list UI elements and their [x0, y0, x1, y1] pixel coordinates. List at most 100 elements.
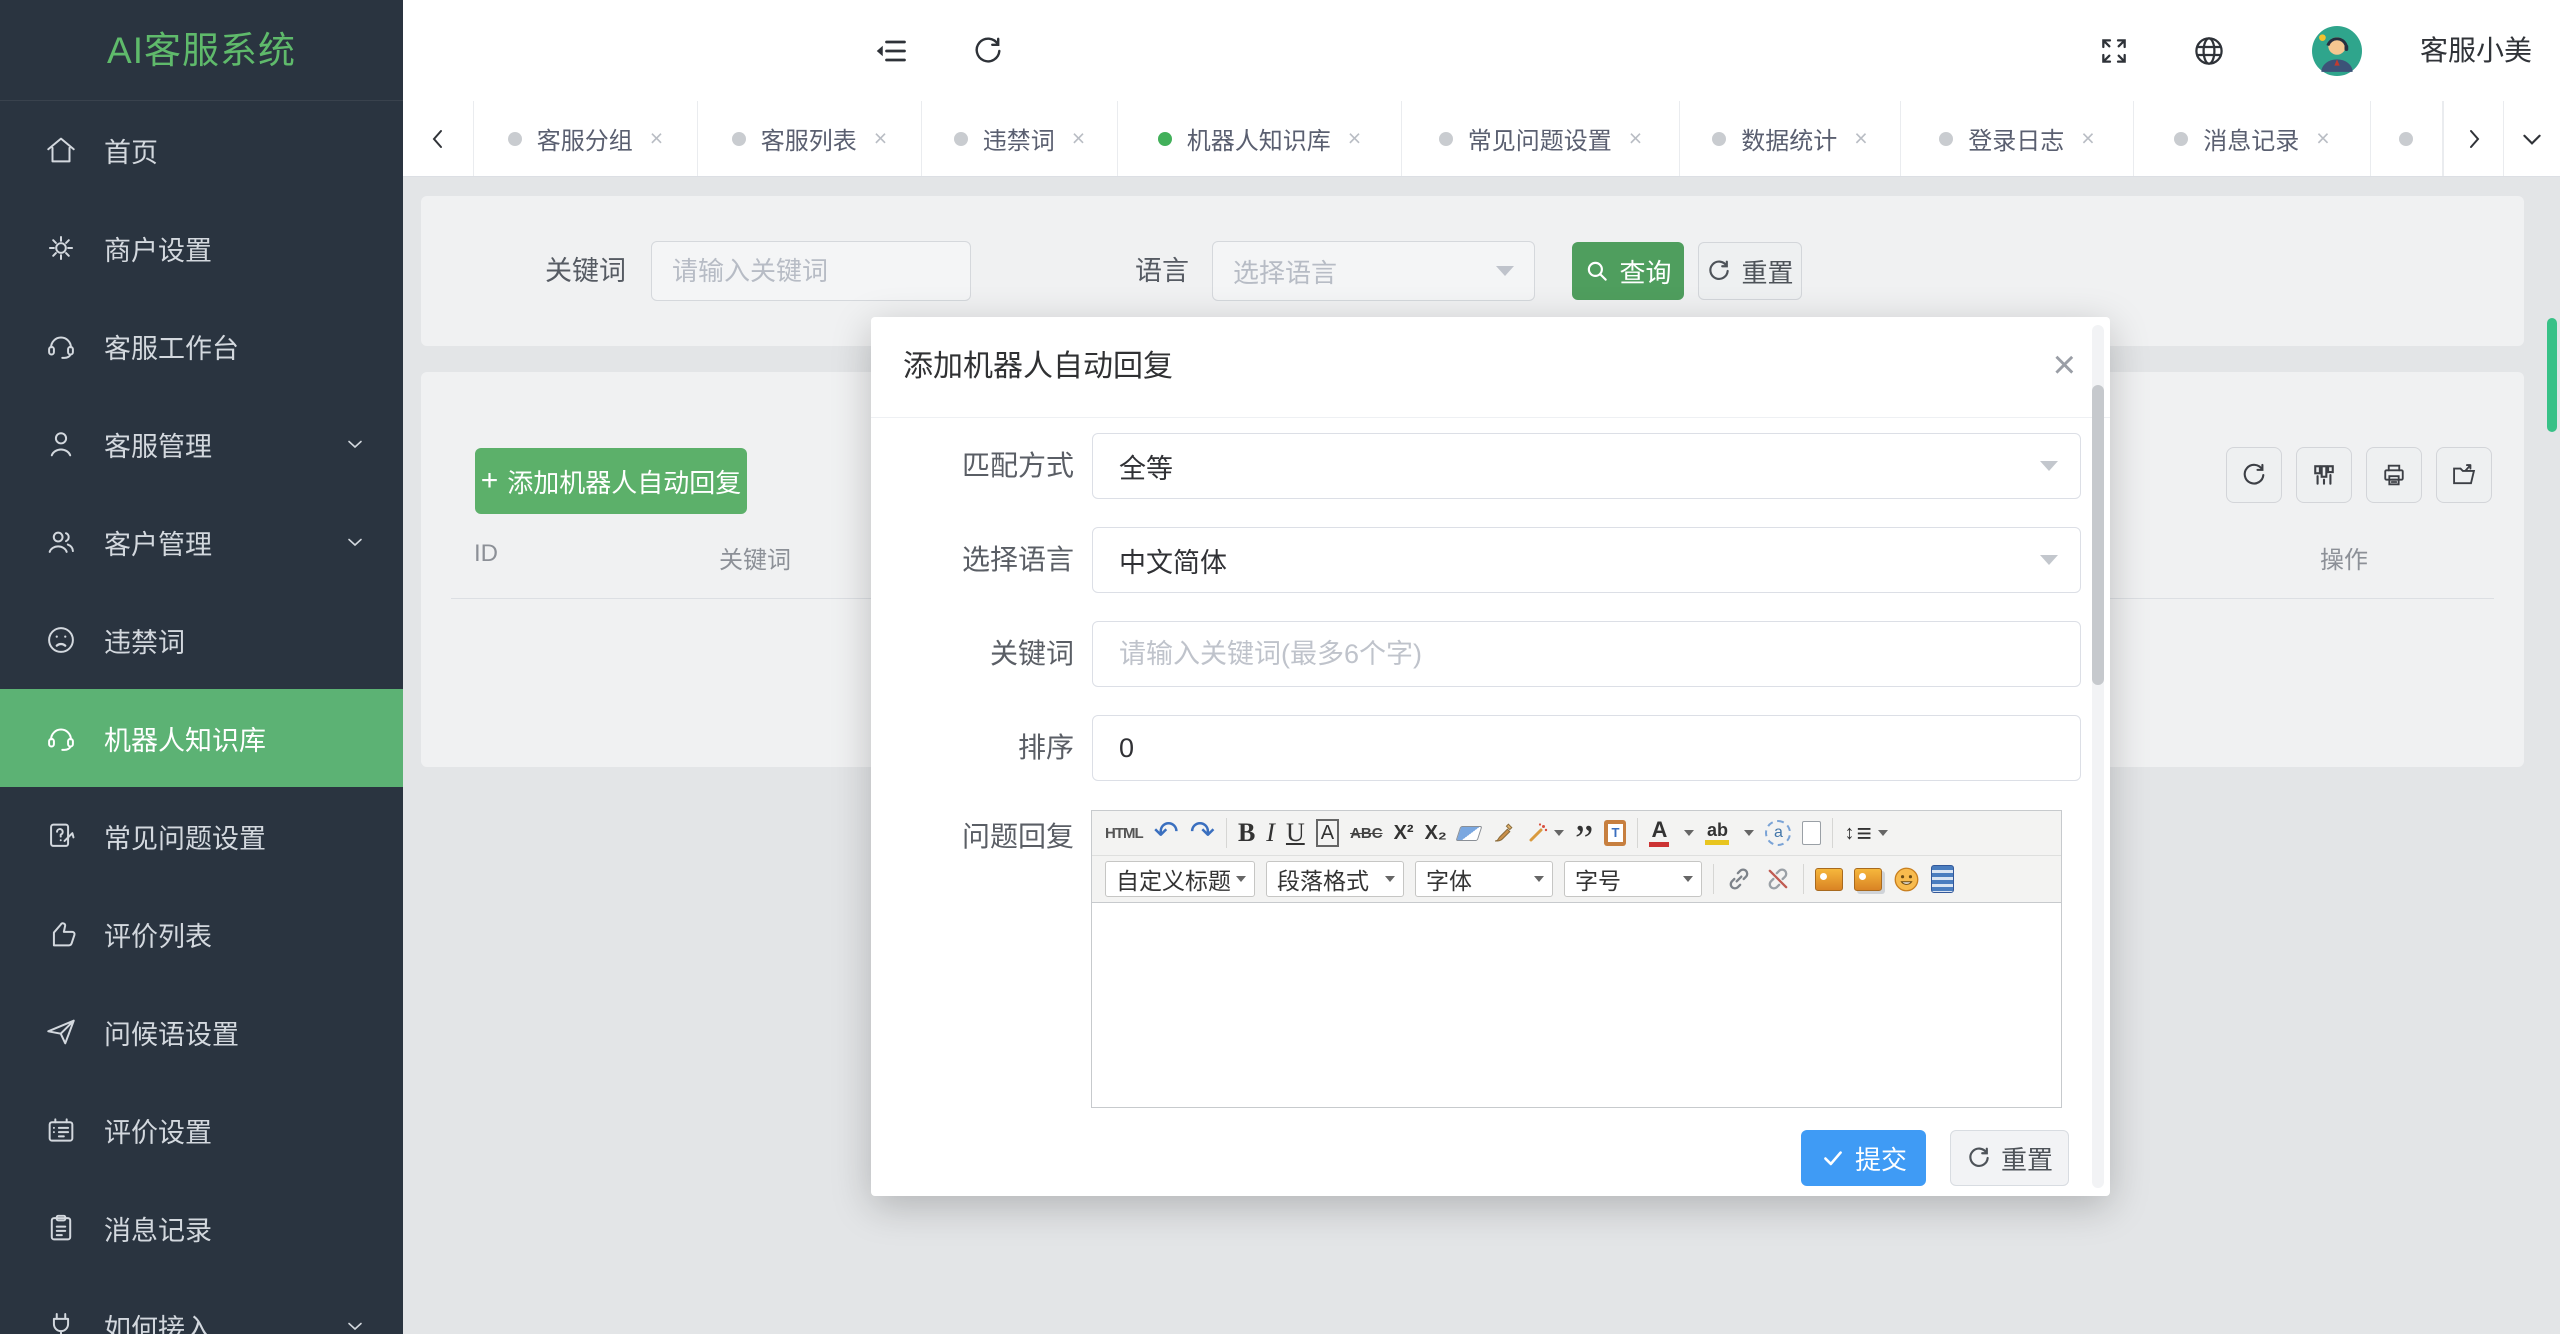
tab-robot-knowledge[interactable]: 机器人知识库 ×	[1118, 101, 1402, 176]
tool-line-height[interactable]: ↕ ≡	[1844, 818, 1888, 849]
sidebar-item-customer-management[interactable]: 客户管理	[0, 493, 403, 591]
sidebar-item-agent-workbench[interactable]: 客服工作台	[0, 297, 403, 395]
sidebar-item-robot-knowledge[interactable]: 机器人知识库	[0, 689, 403, 787]
keyword-input[interactable]	[1092, 621, 2081, 687]
tab-partial[interactable]	[2371, 101, 2443, 176]
tab-label: 违禁词	[982, 128, 1055, 155]
tool-batch-image[interactable]	[1854, 867, 1882, 891]
tool-emoji[interactable]	[1893, 866, 1920, 893]
refresh-icon	[2243, 463, 2265, 485]
select-custom-title[interactable]: 自定义标题	[1105, 861, 1255, 897]
column-settings-button[interactable]	[2296, 447, 2352, 503]
tool-undo[interactable]: ↶	[1154, 818, 1179, 848]
tool-highlight-color[interactable]: ab	[1705, 821, 1730, 845]
sidebar-item-review-settings[interactable]: 评价设置	[0, 1081, 403, 1179]
export-folder-icon	[2453, 464, 2476, 485]
close-icon[interactable]: ×	[2053, 317, 2076, 417]
column-header-action: 操作	[2320, 547, 2368, 574]
tabs-menu-chevron-icon[interactable]	[2503, 101, 2559, 176]
add-robot-reply-button[interactable]: + 添加机器人自动回复	[475, 448, 747, 514]
close-icon[interactable]: ×	[2316, 125, 2329, 152]
tab-data-stats[interactable]: 数据统计 ×	[1680, 101, 1901, 176]
sidebar-item-faq-settings[interactable]: 常见问题设置	[0, 787, 403, 885]
close-icon[interactable]: ×	[1629, 125, 1642, 152]
user-avatar[interactable]	[2312, 0, 2362, 101]
tab-agent-list[interactable]: 客服列表 ×	[698, 101, 922, 176]
sidebar-item-merchant-settings[interactable]: 商户设置	[0, 199, 403, 297]
sidebar-item-greeting-settings[interactable]: 问候语设置	[0, 983, 403, 1081]
close-icon[interactable]: ×	[874, 125, 887, 152]
tool-blockquote[interactable]: ”	[1575, 815, 1594, 862]
tab-faq-settings[interactable]: 常见问题设置 ×	[1402, 101, 1680, 176]
language-filter-select[interactable]: 选择语言	[1212, 241, 1535, 301]
tool-insert-image[interactable]	[1815, 867, 1843, 891]
tool-subscript[interactable]: X₂	[1425, 822, 1447, 845]
tab-banned-words[interactable]: 违禁词 ×	[922, 101, 1118, 176]
select-font-family[interactable]: 字体	[1415, 861, 1553, 897]
tool-insert-video[interactable]	[1931, 865, 1954, 893]
tool-anchor[interactable]: a	[1765, 820, 1792, 846]
collapse-sidebar-icon[interactable]	[873, 0, 909, 101]
select-font-size[interactable]: 字号	[1564, 861, 1702, 897]
tool-insert-link[interactable]	[1725, 865, 1753, 893]
close-icon[interactable]: ×	[1072, 125, 1085, 152]
toolbar-separator	[1637, 818, 1639, 848]
table-refresh-button[interactable]	[2226, 447, 2282, 503]
keyword-filter-input[interactable]	[651, 241, 971, 301]
export-button[interactable]	[2436, 447, 2492, 503]
tabs-scroll-left-icon[interactable]	[403, 101, 474, 176]
window-scrollbar-thumb[interactable]	[2547, 318, 2557, 432]
tool-underline[interactable]: U	[1286, 818, 1305, 848]
filter-reset-button[interactable]: 重置	[1698, 242, 1802, 300]
close-icon[interactable]: ×	[650, 125, 663, 152]
sidebar-item-agent-management[interactable]: 客服管理	[0, 395, 403, 493]
tool-paste-text[interactable]: T	[1604, 820, 1627, 846]
chevron-down-icon	[1385, 876, 1395, 882]
tab-message-log[interactable]: 消息记录 ×	[2134, 101, 2371, 176]
select-paragraph-format[interactable]: 段落格式	[1266, 861, 1404, 897]
tool-html-source[interactable]: HTML	[1105, 825, 1144, 842]
sidebar-item-how-to-connect[interactable]: 如何接入	[0, 1277, 403, 1334]
tool-unlink[interactable]	[1764, 865, 1792, 893]
submit-button[interactable]: 提交	[1801, 1130, 1926, 1186]
tool-format-brush[interactable]	[1491, 821, 1515, 845]
print-button[interactable]	[2366, 447, 2422, 503]
sort-input[interactable]	[1092, 715, 2081, 781]
refresh-page-icon[interactable]	[971, 0, 1005, 101]
brush-icon	[1494, 823, 1513, 842]
language-select[interactable]: 中文简体	[1092, 527, 2081, 593]
search-button[interactable]: 查询	[1572, 242, 1684, 300]
tab-dot	[731, 131, 746, 146]
tool-eraser[interactable]	[1455, 825, 1483, 841]
tool-superscript[interactable]: X²	[1394, 822, 1414, 845]
modal-scrollbar-thumb[interactable]	[2092, 385, 2104, 685]
tab-agent-group[interactable]: 客服分组 ×	[474, 101, 698, 176]
tool-new-page[interactable]	[1802, 821, 1822, 845]
tool-autotypeset[interactable]	[1526, 821, 1564, 845]
user-name[interactable]: 客服小美	[2420, 0, 2532, 101]
sidebar-item-banned-words[interactable]: 违禁词	[0, 591, 403, 689]
match-type-select[interactable]: 全等	[1092, 433, 2081, 499]
tool-redo[interactable]: ↷	[1190, 818, 1215, 848]
language-globe-icon[interactable]	[2191, 0, 2227, 101]
tool-font-style[interactable]: A	[1315, 819, 1340, 847]
tool-bold[interactable]: B	[1238, 818, 1255, 848]
sidebar-item-message-log[interactable]: 消息记录	[0, 1179, 403, 1277]
sidebar-item-label: 消息记录	[104, 1215, 212, 1246]
tool-strikethrough[interactable]: ABC	[1350, 825, 1383, 842]
modal-reset-button[interactable]: 重置	[1950, 1130, 2069, 1186]
sidebar-item-home[interactable]: 首页	[0, 101, 403, 199]
tool-font-color[interactable]: A	[1649, 818, 1670, 847]
sidebar-item-review-list[interactable]: 评价列表	[0, 885, 403, 983]
editor-content-area[interactable]	[1092, 903, 2061, 1107]
close-icon[interactable]: ×	[2081, 125, 2094, 152]
tabs-scroll-right-icon[interactable]	[2443, 101, 2503, 176]
tool-italic[interactable]: I	[1266, 818, 1275, 848]
fullscreen-icon[interactable]	[2098, 0, 2130, 101]
chevron-down-icon	[2040, 555, 2058, 565]
unlink-icon	[1768, 868, 1788, 890]
close-icon[interactable]: ×	[1854, 125, 1867, 152]
color-bar	[1705, 839, 1730, 845]
tab-login-log[interactable]: 登录日志 ×	[1901, 101, 2134, 176]
close-icon[interactable]: ×	[1348, 125, 1361, 152]
